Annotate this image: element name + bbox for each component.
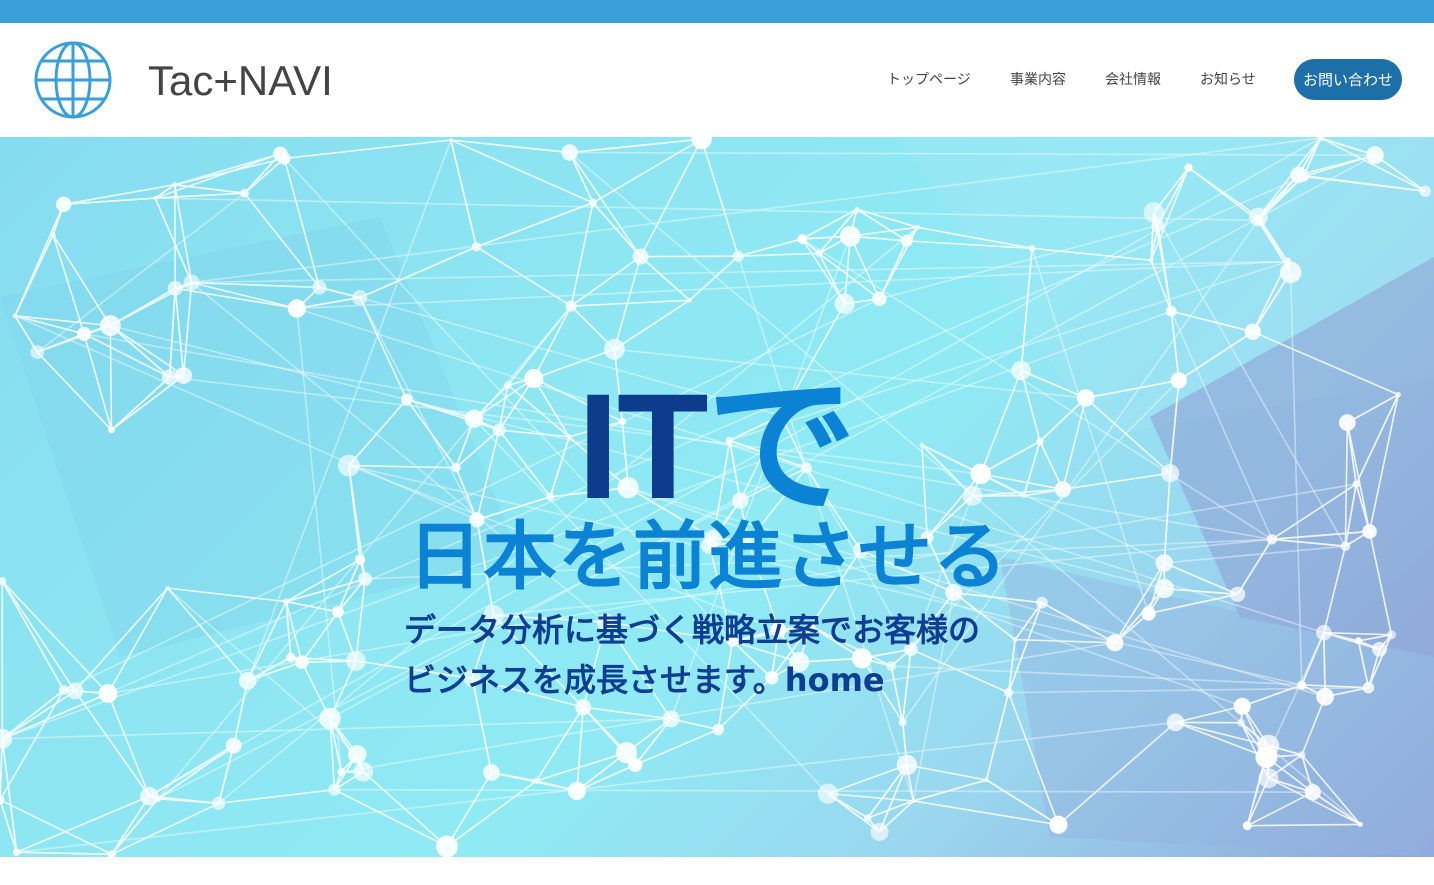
- nav-item-top-page[interactable]: トップページ: [887, 60, 971, 100]
- contact-button[interactable]: お問い合わせ: [1294, 59, 1402, 100]
- site-logo-text[interactable]: Tac+NAVI: [148, 54, 333, 108]
- hero-subtitle-line2: ビジネスを成長させます。home: [404, 661, 885, 699]
- page-bottom-strip: [0, 857, 1434, 885]
- hero-headline-line2: 日本を前進させる: [408, 514, 1008, 600]
- nav-item-services[interactable]: 事業内容: [1010, 60, 1066, 100]
- hero-banner: ITで 日本を前進させる データ分析に基づく戦略立案でお客様の ビジネスを成長さ…: [0, 137, 1434, 857]
- globe-icon[interactable]: [32, 40, 114, 120]
- hero-subtitle-line1: データ分析に基づく戦略立案でお客様の: [404, 611, 981, 649]
- nav-item-company[interactable]: 会社情報: [1105, 60, 1161, 100]
- hero-subtitle: データ分析に基づく戦略立案でお客様の ビジネスを成長させます。home: [404, 605, 980, 705]
- top-accent-bar: [0, 0, 1434, 23]
- nav-item-news[interactable]: お知らせ: [1200, 60, 1256, 100]
